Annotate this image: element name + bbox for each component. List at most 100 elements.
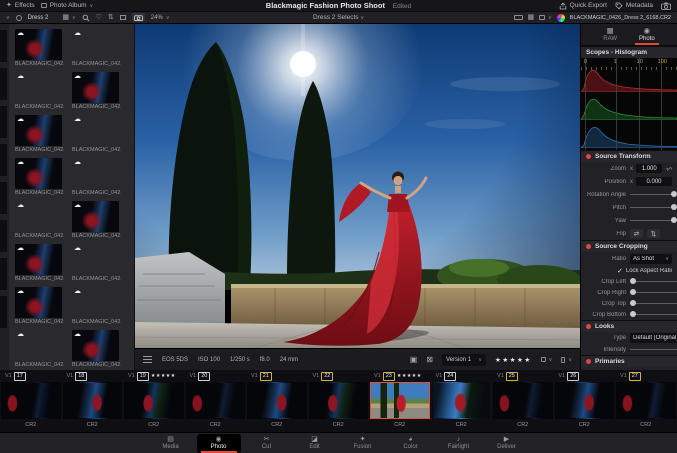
filmstrip-clip[interactable]: V1 21 CR2 [246,370,308,432]
bin-filter-icon[interactable] [16,15,22,21]
flip-vertical-button[interactable]: ⇅ [647,229,660,238]
page-fusion[interactable]: ✦ Fusion [341,434,385,453]
single-view-icon[interactable] [514,15,523,20]
zoom-value-field[interactable]: 1.000 [636,164,662,173]
zoom-level-dropdown[interactable]: 24% ∨ [151,15,170,21]
section-enable-toggle[interactable] [586,324,591,329]
tab-photo[interactable]: ◉ Photo [635,26,659,44]
search-button[interactable] [82,14,90,22]
photo-thumbnail[interactable]: ☁ BLACKMAGIC_042... [11,327,68,370]
crop-bottom-slider[interactable] [630,310,677,319]
clip-thumbnail[interactable] [370,382,430,419]
clip-thumbnail[interactable] [186,382,246,419]
photo-thumbnail[interactable]: ☁ BLACKMAGIC_042... [68,155,125,198]
page-deliver[interactable]: ▶ Deliver [485,434,529,453]
position-label: Position [586,179,626,185]
filmstrip-clip[interactable]: V1 25 CR2 [492,370,554,432]
clip-thumbnail[interactable] [247,382,307,419]
page-edit[interactable]: ◪ Edit [293,434,337,453]
filmstrip-clip[interactable]: V1 17 CR2 [0,370,62,432]
metadata-lines-icon[interactable] [143,356,152,363]
media-thumbnail-panel: ☁ BLACKMAGIC_042... ☁ BLACKMAGIC_042... … [0,24,135,370]
filmstrip-clip[interactable]: V1 22 CR2 [308,370,370,432]
sort-order-icon[interactable]: ⇅ [108,14,114,21]
crop-top-slider[interactable] [630,299,677,308]
transform-tool-icon[interactable] [120,15,126,20]
photo-thumbnail[interactable]: ☁ BLACKMAGIC_042... [11,284,68,327]
photo-viewer[interactable] [135,24,580,348]
color-wheel-icon[interactable] [557,14,565,22]
collapse-chevron-icon[interactable]: ∨ [6,15,10,21]
section-enable-toggle[interactable] [586,154,591,159]
crop-left-slider[interactable] [630,277,677,286]
page-color[interactable]: ◕ Color [389,434,433,453]
filmstrip-clip[interactable]: V1 18 CR2 [62,370,124,432]
page-fairlight[interactable]: ♪ Fairlight [437,434,481,453]
clip-thumbnail[interactable] [63,382,123,419]
photo-thumbnail[interactable]: ☁ BLACKMAGIC_042... [11,241,68,284]
metadata-button[interactable]: Metadata [615,2,653,10]
photo-thumbnail[interactable]: ☁ BLACKMAGIC_042... [11,198,68,241]
clip-thumbnail[interactable] [124,382,184,419]
photo-thumbnail[interactable]: ☁ BLACKMAGIC_042... [11,155,68,198]
multi-view-icon[interactable]: ▦ [528,14,535,21]
pitch-slider[interactable] [630,203,677,212]
section-enable-toggle[interactable] [586,244,591,249]
photo-thumbnail[interactable]: ☁ BLACKMAGIC_042... [11,69,68,112]
clip-thumbnail[interactable] [616,382,676,419]
clip-thumbnail[interactable] [309,382,369,419]
filmstrip-clip[interactable]: V1 23 ★★★★★ CR2 [369,370,431,432]
filmstrip-clip[interactable]: V1 19 ★★★★★ CR2 [123,370,185,432]
filmstrip-clip[interactable]: V1 27 CR2 [615,370,677,432]
clip-thumbnail[interactable] [1,382,61,419]
version-dropdown[interactable]: Version 1 ∨ [442,354,486,366]
filmstrip-clip[interactable]: V1 26 CR2 [554,370,616,432]
ratio-dropdown[interactable]: As Shot ∨ [630,254,672,264]
clip-thumbnail[interactable] [555,382,615,419]
photo-thumbnail[interactable]: ☁ BLACKMAGIC_042... [68,241,125,284]
view-options-dropdown[interactable]: ∨ [539,15,552,21]
flip-horizontal-button[interactable]: ⇄ [630,229,643,238]
page-cut[interactable]: ✂ Cut [245,434,289,453]
yaw-slider[interactable] [630,216,677,225]
grid-view-dropdown[interactable]: ▦ ∨ [62,14,75,21]
track-label: V1 [497,373,504,379]
look-intensity-slider[interactable] [630,345,677,354]
photo-thumbnail[interactable]: ☁ BLACKMAGIC_042... [68,69,125,112]
quick-export-button[interactable]: Quick Export [559,2,607,10]
photo-thumbnail[interactable]: ☁ BLACKMAGIC_042... [11,26,68,69]
crop-right-slider[interactable] [630,288,677,297]
clip-thumbnail[interactable] [432,382,492,419]
grab-still-icon[interactable]: ▣ [410,356,418,364]
photo-thumbnail[interactable]: ☁ BLACKMAGIC_042... [68,26,125,69]
camera-panel-button[interactable] [661,2,671,10]
rotation-angle-slider[interactable] [630,190,677,199]
filmstrip-clip[interactable]: V1 24 CR2 [431,370,493,432]
photo-thumbnail[interactable]: ☁ BLACKMAGIC_042... [68,112,125,155]
page-photo[interactable]: ◉ Photo [197,434,241,453]
clip-color-dropdown[interactable]: ∨ [561,357,572,363]
star-rating[interactable]: ★★★★★ [495,356,532,364]
effects-button[interactable]: ✦ Effects [6,2,35,9]
thumbnail-image: ☁ [72,115,119,146]
camera-view-button[interactable] [132,13,145,22]
bin-name[interactable]: Dress 2 [28,15,49,21]
photo-thumbnail[interactable]: ☁ BLACKMAGIC_042... [68,198,125,241]
clip-number-badge: 24 [444,372,456,381]
reject-clip-icon[interactable]: ⊠ [426,356,433,364]
tab-raw[interactable]: ▦ RAW [599,26,621,44]
section-enable-toggle[interactable] [586,359,591,364]
look-type-dropdown[interactable]: Default (Original) ∨ [630,333,677,343]
flag-dropdown[interactable]: ∨ [541,357,553,363]
clip-thumbnail[interactable] [493,382,553,419]
link-icon[interactable] [666,165,672,173]
filmstrip-clip[interactable]: V1 20 CR2 [185,370,247,432]
photo-thumbnail[interactable]: ☁ BLACKMAGIC_042... [68,284,125,327]
position-value-field[interactable]: 0.000 [636,177,672,186]
page-media[interactable]: ▤ Media [149,434,193,453]
photo-album-dropdown[interactable]: Photo Album ∨ [41,2,94,9]
favorite-filter-icon[interactable]: ♡ [96,14,102,21]
photo-thumbnail[interactable]: ☁ BLACKMAGIC_042... [68,327,125,370]
lock-aspect-checkbox[interactable]: ✓ [617,267,623,275]
photo-thumbnail[interactable]: ☁ BLACKMAGIC_042... [11,112,68,155]
